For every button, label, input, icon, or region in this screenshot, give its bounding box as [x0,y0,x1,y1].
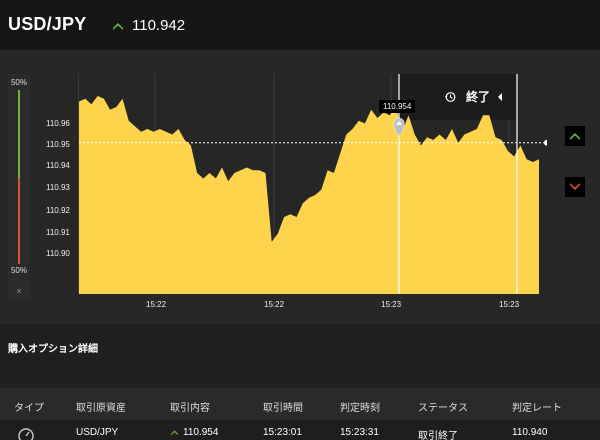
y-tick: 110.91 [46,228,70,237]
y-tick: 110.90 [46,249,70,258]
x-tick: 15:23 [381,300,402,309]
history-clock-icon [444,91,456,102]
meter-up-bar [18,90,20,178]
price-value: 110.942 [132,17,186,34]
column-header: 判定時刻 [340,403,380,414]
chart-svg [79,74,547,294]
x-tick: 15:22 [264,300,285,309]
column-header: 取引内容 [170,403,210,414]
cell-trade-value: 110.954 [183,427,219,438]
spacer [0,366,600,388]
current-price-dot [544,139,547,146]
stopwatch-icon [18,428,34,440]
chevron-up-icon [570,133,580,140]
chevron-up-icon [171,430,178,436]
cell-trade: 110.954 [170,427,218,438]
y-tick: 110.92 [46,206,70,215]
meter-close-icon[interactable]: × [8,286,30,296]
y-tick: 110.93 [46,183,70,192]
y-tick: 110.95 [46,140,70,149]
section-title: 購入オプション詳細 [8,344,98,355]
table-header: タイプ 取引原資産 取引内容 取引時間 判定時刻 ステータス 判定レート [0,388,600,420]
cell-judge-time: 15:23:31 [340,427,379,438]
column-header: タイプ [14,403,44,414]
x-tick: 15:23 [499,300,520,309]
header: USD/JPY 110.942 [0,0,600,50]
cell-trade-time: 15:23:01 [263,427,302,438]
meter-bottom-label: 50% [10,266,27,275]
pair-title: USD/JPY [8,14,87,34]
section-header: 購入オプション詳細 [0,324,600,366]
low-button[interactable] [565,177,585,197]
column-header: 判定レート [512,403,562,414]
cell-judge-rate: 110.940 [512,427,548,438]
price-chart[interactable] [78,74,547,294]
table-row[interactable]: USD/JPY 110.954 15:23:01 15:23:31 取引終了 1… [0,420,600,440]
expiry-text: 終了 [466,90,491,104]
x-tick: 15:22 [146,300,167,309]
cell-status: 取引終了 [418,431,458,440]
column-header: ステータス [418,403,468,414]
current-price: 110.942 [112,17,185,34]
chevron-down-icon [570,183,580,190]
y-tick: 110.94 [46,161,70,170]
high-button[interactable] [565,126,585,146]
expiry-label: 終了 [444,88,503,105]
entry-price-tooltip: 110.954 [379,100,416,113]
arrow-left-icon [498,92,503,101]
meter-top-label: 50% [10,78,27,87]
column-header: 取引時間 [263,403,303,414]
chart-panel: 50% 50% × 110.96 110.95 110.94 110.93 11… [0,50,600,324]
price-area [79,96,539,294]
column-header: 取引原資産 [76,403,126,414]
sentiment-meter: 50% 50% × [8,74,30,300]
cell-asset: USD/JPY [76,427,119,438]
y-tick: 110.96 [46,119,70,128]
chevron-up-icon [113,22,123,30]
meter-down-bar [18,178,20,264]
